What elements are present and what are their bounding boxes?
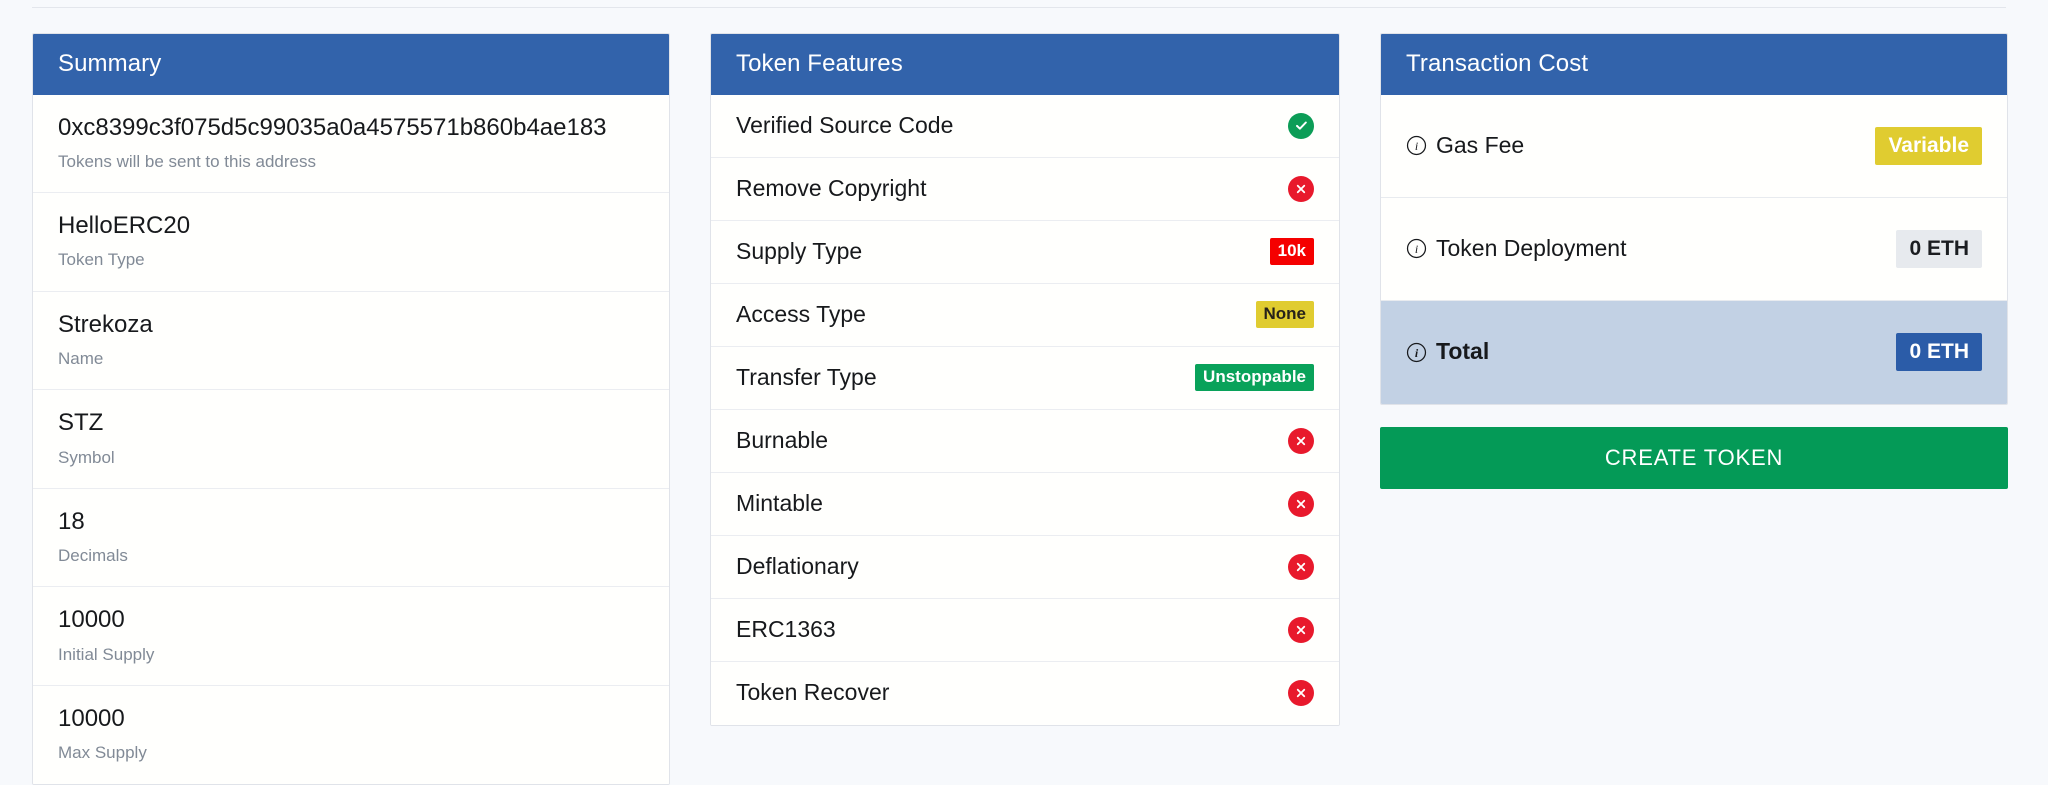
- cost-label: Gas Fee: [1436, 132, 1524, 160]
- summary-row-label: Name: [58, 349, 644, 369]
- summary-row-label: Tokens will be sent to this address: [58, 152, 644, 172]
- feature-badge: Unstoppable: [1195, 364, 1314, 392]
- summary-row: 10000 Initial Supply: [33, 587, 669, 686]
- summary-row: 0xc8399c3f075d5c99035a0a4575571b860b4ae1…: [33, 95, 669, 194]
- cost-label: Token Deployment: [1436, 235, 1627, 263]
- cost-label-group: i Total: [1406, 338, 1489, 366]
- svg-text:i: i: [1415, 242, 1418, 256]
- summary-row-value: STZ: [58, 407, 644, 438]
- feature-row: Remove Copyright: [711, 158, 1339, 221]
- cost-row-list: i Gas Fee Variable i Token Deployment 0 ETH i T…: [1381, 95, 2007, 404]
- feature-row: Access Type None: [711, 284, 1339, 347]
- summary-row-value: 0xc8399c3f075d5c99035a0a4575571b860b4ae1…: [58, 112, 644, 143]
- info-icon[interactable]: i: [1406, 238, 1427, 259]
- summary-row-label: Symbol: [58, 448, 644, 468]
- feature-row: ERC1363: [711, 599, 1339, 662]
- feature-row: Supply Type 10k: [711, 221, 1339, 284]
- summary-row-list: 0xc8399c3f075d5c99035a0a4575571b860b4ae1…: [33, 95, 669, 784]
- cost-row: i Gas Fee Variable: [1381, 95, 2007, 198]
- cross-circle-icon: [1288, 617, 1314, 643]
- svg-text:i: i: [1415, 345, 1419, 359]
- svg-text:i: i: [1415, 139, 1418, 153]
- summary-row-label: Max Supply: [58, 743, 644, 763]
- cost-label: Total: [1436, 338, 1489, 366]
- cross-circle-icon: [1288, 491, 1314, 517]
- summary-panel: Summary 0xc8399c3f075d5c99035a0a4575571b…: [32, 33, 670, 785]
- feature-row: Verified Source Code: [711, 95, 1339, 158]
- transaction-cost-panel-title: Transaction Cost: [1381, 34, 2007, 95]
- feature-label: Remove Copyright: [736, 175, 926, 203]
- feature-label: Verified Source Code: [736, 112, 953, 140]
- feature-badge: 10k: [1270, 238, 1314, 266]
- summary-row-value: 10000: [58, 604, 644, 635]
- cross-circle-icon: [1288, 428, 1314, 454]
- feature-row: Mintable: [711, 473, 1339, 536]
- cross-circle-icon: [1288, 176, 1314, 202]
- summary-row: Strekoza Name: [33, 292, 669, 391]
- cost-value-badge: Variable: [1875, 127, 1982, 165]
- summary-row: 18 Decimals: [33, 489, 669, 588]
- cross-circle-icon: [1288, 680, 1314, 706]
- summary-row-label: Decimals: [58, 546, 644, 566]
- summary-row-value: 18: [58, 506, 644, 537]
- summary-row-label: Token Type: [58, 250, 644, 270]
- feature-label: Transfer Type: [736, 364, 877, 392]
- feature-row-list: Verified Source Code Remove Copyright Supp…: [711, 95, 1339, 725]
- feature-label: Access Type: [736, 301, 866, 329]
- token-features-panel: Token Features Verified Source Code Remov…: [710, 33, 1340, 726]
- token-features-column: Token Features Verified Source Code Remov…: [710, 33, 1340, 726]
- summary-row-value: Strekoza: [58, 309, 644, 340]
- feature-row: Burnable: [711, 410, 1339, 473]
- panel-columns: Summary 0xc8399c3f075d5c99035a0a4575571b…: [0, 0, 2048, 755]
- feature-row: Token Recover: [711, 662, 1339, 725]
- feature-row: Transfer Type Unstoppable: [711, 347, 1339, 410]
- info-icon[interactable]: i: [1406, 135, 1427, 156]
- summary-row: 10000 Max Supply: [33, 686, 669, 784]
- cost-total-row: i Total 0 ETH: [1381, 301, 2007, 404]
- summary-column: Summary 0xc8399c3f075d5c99035a0a4575571b…: [32, 33, 670, 785]
- summary-panel-title: Summary: [33, 34, 669, 95]
- cost-value-badge: 0 ETH: [1896, 333, 1982, 371]
- summary-row-label: Initial Supply: [58, 645, 644, 665]
- transaction-cost-panel: Transaction Cost i Gas Fee Variable i Token …: [1380, 33, 2008, 405]
- cross-circle-icon: [1288, 554, 1314, 580]
- check-circle-icon: [1288, 113, 1314, 139]
- create-token-button[interactable]: CREATE TOKEN: [1380, 427, 2008, 489]
- feature-label: Deflationary: [736, 553, 859, 581]
- cost-value-badge: 0 ETH: [1896, 230, 1982, 268]
- summary-row-value: 10000: [58, 703, 644, 734]
- feature-label: Burnable: [736, 427, 828, 455]
- cost-label-group: i Token Deployment: [1406, 235, 1627, 263]
- cost-row: i Token Deployment 0 ETH: [1381, 198, 2007, 301]
- feature-row: Deflationary: [711, 536, 1339, 599]
- feature-label: Token Recover: [736, 679, 889, 707]
- feature-badge: None: [1256, 301, 1315, 329]
- feature-label: Supply Type: [736, 238, 862, 266]
- feature-label: Mintable: [736, 490, 823, 518]
- summary-row-value: HelloERC20: [58, 210, 644, 241]
- token-features-panel-title: Token Features: [711, 34, 1339, 95]
- transaction-cost-column: Transaction Cost i Gas Fee Variable i Token …: [1380, 33, 2008, 489]
- cost-label-group: i Gas Fee: [1406, 132, 1524, 160]
- summary-row: HelloERC20 Token Type: [33, 193, 669, 292]
- feature-label: ERC1363: [736, 616, 836, 644]
- summary-row: STZ Symbol: [33, 390, 669, 489]
- info-icon[interactable]: i: [1406, 342, 1427, 363]
